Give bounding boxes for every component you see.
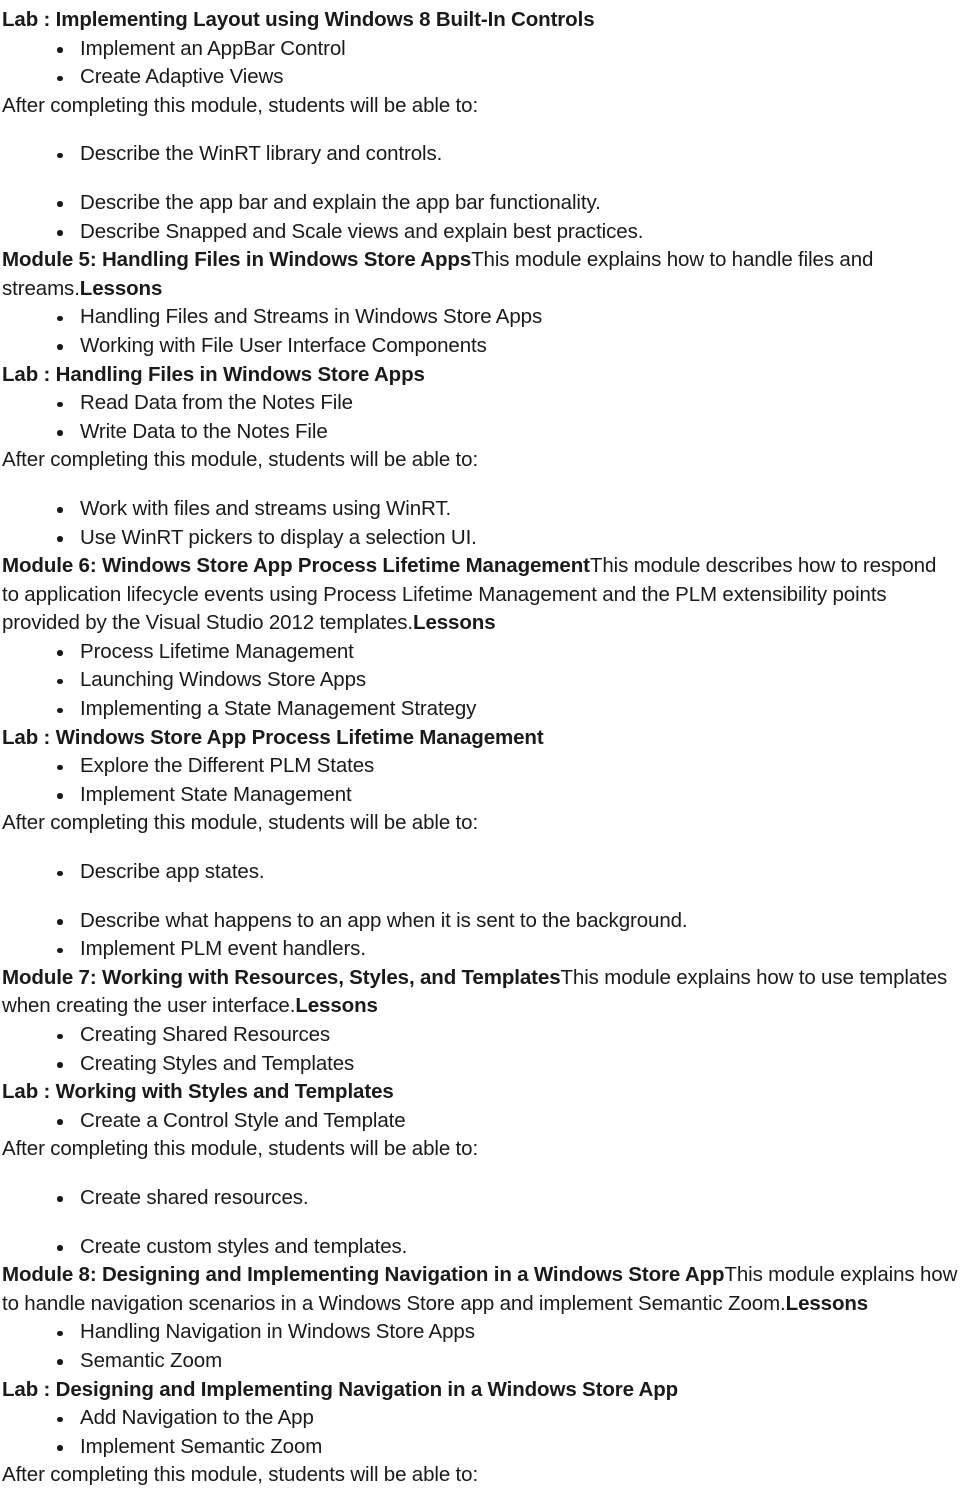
section-heading: Lab : Designing and Implementing Navigat… xyxy=(2,1377,679,1401)
bullet-list: Work with files and streams using WinRT.… xyxy=(2,495,958,552)
section-heading: Lab : Windows Store App Process Lifetime… xyxy=(2,725,544,749)
module-title-run: Lessons xyxy=(295,994,378,1018)
bullet-list: Handling Navigation in Windows Store App… xyxy=(2,1318,958,1375)
module-title-run: Lessons xyxy=(79,276,163,300)
objectives-intro-line: After completing this module, students w… xyxy=(2,811,479,835)
bullet-list: Create a Control Style and Template xyxy=(2,1107,958,1136)
module-title-run: Module 8: Designing and Implementing Nav… xyxy=(2,1263,725,1287)
list-item: Write Data to the Notes File xyxy=(2,418,958,447)
list-item: Create custom styles and templates. xyxy=(2,1233,958,1262)
bullet-list: Creating Shared Resources Creating Styles… xyxy=(2,1021,958,1078)
document-page: Lab : Implementing Layout using Windows … xyxy=(0,0,960,1486)
bullet-list: Read Data from the Notes File Write Data … xyxy=(2,389,958,446)
bullet-list: Explore the Different PLM States Implemen… xyxy=(2,752,958,809)
list-item: Creating Styles and Templates xyxy=(2,1050,958,1079)
list-item: Read Data from the Notes File xyxy=(2,389,958,418)
list-item: Handling Files and Streams in Windows St… xyxy=(2,303,958,332)
list-item: Create Adaptive Views xyxy=(2,63,958,92)
list-item: Handling Navigation in Windows Store App… xyxy=(2,1318,958,1347)
module-title-run: Lessons xyxy=(785,1291,869,1315)
list-item: Create shared resources. xyxy=(2,1184,958,1213)
bullet-list: Handling Files and Streams in Windows St… xyxy=(2,303,958,360)
objectives-intro-line: After completing this module, students w… xyxy=(2,1463,479,1487)
list-item: Launching Windows Store Apps xyxy=(2,666,958,695)
list-item: Creating Shared Resources xyxy=(2,1021,958,1050)
bullet-list: Create shared resources. Create custom st… xyxy=(2,1184,958,1261)
section-heading: Lab : Implementing Layout using Windows … xyxy=(2,8,595,31)
list-item: Explore the Different PLM States xyxy=(2,752,958,781)
list-item: Implement State Management xyxy=(2,781,958,810)
list-item: Implement PLM event handlers. xyxy=(2,935,958,964)
list-item: Describe what happens to an app when it … xyxy=(2,907,958,936)
list-item: Implement an AppBar Control xyxy=(2,35,958,64)
list-item: Create a Control Style and Template xyxy=(2,1107,958,1136)
module-title-run: Module 7: Working with Resources, Styles… xyxy=(2,965,561,989)
bullet-list: Describe the WinRT library and controls.… xyxy=(2,140,958,246)
module-paragraph: Module 7: Working with Resources, Styles… xyxy=(2,964,958,1021)
list-item: Describe Snapped and Scale views and exp… xyxy=(2,218,958,247)
section-heading: Lab : Handling Files in Windows Store Ap… xyxy=(2,362,425,386)
bullet-list: Describe app states. Describe what happen… xyxy=(2,858,958,964)
list-item: Implementing a State Management Strategy xyxy=(2,695,958,724)
bullet-list: Process Lifetime Management Launching Win… xyxy=(2,638,958,724)
objectives-intro-line: After completing this module, students w… xyxy=(2,448,479,472)
list-item: Use WinRT pickers to display a selection… xyxy=(2,524,958,553)
module-title-run: Lessons xyxy=(413,611,496,635)
list-item: Implement Semantic Zoom xyxy=(2,1433,958,1462)
list-item: Working with File User Interface Compone… xyxy=(2,332,958,361)
list-item: Process Lifetime Management xyxy=(2,638,958,667)
bullet-list: Add Navigation to the App Implement Seman… xyxy=(2,1404,958,1461)
document-body: Lab : Implementing Layout using Windows … xyxy=(0,0,960,1490)
module-paragraph: Module 8: Designing and Implementing Nav… xyxy=(2,1261,958,1318)
objectives-intro-line: After completing this module, students w… xyxy=(2,93,479,117)
module-title-run: Module 6: Windows Store App Process Life… xyxy=(2,554,590,578)
module-title-run: Module 5: Handling Files in Windows Stor… xyxy=(2,248,472,272)
list-item: Describe the app bar and explain the app… xyxy=(2,189,958,218)
module-paragraph: Module 6: Windows Store App Process Life… xyxy=(2,552,958,638)
module-paragraph: Module 5: Handling Files in Windows Stor… xyxy=(2,246,958,303)
bullet-list: Implement an AppBar Control Create Adapti… xyxy=(2,35,958,92)
objectives-intro-line: After completing this module, students w… xyxy=(2,1137,479,1161)
list-item: Describe the WinRT library and controls. xyxy=(2,140,958,169)
list-item: Add Navigation to the App xyxy=(2,1404,958,1433)
list-item: Semantic Zoom xyxy=(2,1347,958,1376)
list-item: Work with files and streams using WinRT. xyxy=(2,495,958,524)
section-heading: Lab : Working with Styles and Templates xyxy=(2,1080,394,1104)
list-item: Describe app states. xyxy=(2,858,958,887)
